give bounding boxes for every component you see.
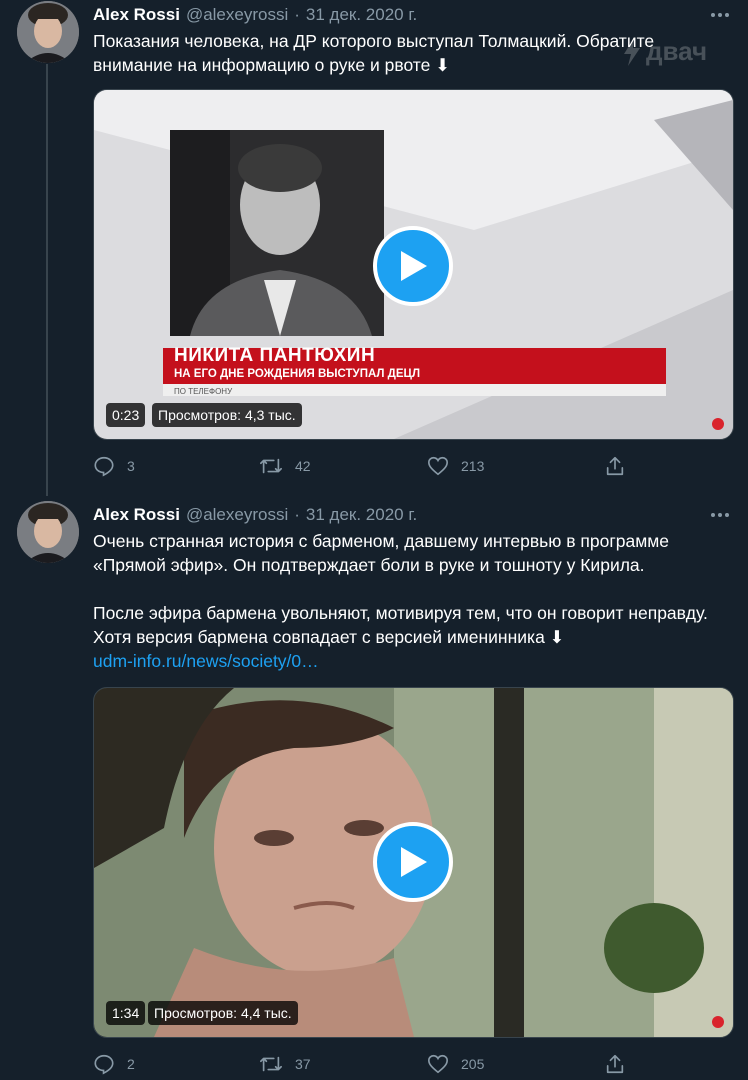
reply-icon <box>94 456 114 477</box>
more-icon[interactable] <box>708 503 732 527</box>
caption-note: ПО ТЕЛЕФОНУ <box>174 387 233 396</box>
video-duration: 0:23 <box>106 403 146 427</box>
tweet-actions: 2 37 205 <box>93 1052 653 1076</box>
like-count: 205 <box>461 1056 485 1072</box>
avatar[interactable] <box>17 1 79 63</box>
share-icon <box>606 1054 624 1074</box>
share-icon <box>606 456 624 476</box>
play-button[interactable] <box>373 226 453 306</box>
retweet-button[interactable]: 42 <box>259 454 311 478</box>
retweet-button[interactable]: 37 <box>259 1052 311 1076</box>
like-icon <box>428 456 448 476</box>
tweet-link[interactable]: udm-info.ru/news/society/0… <box>93 649 319 673</box>
reply-count: 2 <box>127 1056 135 1072</box>
timeline: двач Alex Rossi @alexeyrossi · 31 дек. 2… <box>0 0 748 1080</box>
avatar[interactable] <box>17 501 79 563</box>
more-icon[interactable] <box>708 3 732 27</box>
video-player[interactable]: НИКИТА ПАНТЮХИН НА ЕГО ДНЕ РОЖДЕНИЯ ВЫСТ… <box>93 89 734 440</box>
tweet-date[interactable]: 31 дек. 2020 г. <box>306 5 417 25</box>
video-views: Просмотров: 4,4 тыс. <box>148 1001 298 1025</box>
video-views: Просмотров: 4,3 тыс. <box>152 403 302 427</box>
play-icon <box>401 251 427 281</box>
reply-button[interactable]: 2 <box>93 1052 135 1076</box>
separator: · <box>294 5 300 24</box>
play-icon <box>401 847 427 877</box>
like-button[interactable]: 205 <box>427 1052 484 1076</box>
share-button[interactable] <box>604 1052 626 1076</box>
caption-name: НИКИТА ПАНТЮХИН <box>174 345 376 366</box>
tweet-paragraph: Очень странная история с барменом, давше… <box>93 531 669 575</box>
retweet-count: 37 <box>295 1056 311 1072</box>
share-button[interactable] <box>604 454 626 478</box>
tweet-paragraph: Показания человека, на ДР которого высту… <box>93 31 655 75</box>
author-handle[interactable]: @alexeyrossi <box>186 505 288 525</box>
reply-count: 3 <box>127 458 135 474</box>
tweet-text: Показания человека, на ДР которого высту… <box>93 29 733 77</box>
tweet-paragraph: После эфира бармена увольняют, мотивируя… <box>93 603 708 647</box>
separator: · <box>294 505 300 524</box>
like-button[interactable]: 213 <box>427 454 484 478</box>
author-name[interactable]: Alex Rossi <box>93 5 180 25</box>
reply-button[interactable]: 3 <box>93 454 135 478</box>
tweet-actions: 3 42 213 <box>93 454 653 478</box>
retweet-icon <box>260 1056 282 1072</box>
thread-connector <box>46 64 48 496</box>
reply-icon <box>94 1054 114 1075</box>
author-handle[interactable]: @alexeyrossi <box>186 5 288 25</box>
like-count: 213 <box>461 458 485 474</box>
tweet-header: Alex Rossi @alexeyrossi · 31 дек. 2020 г… <box>93 503 417 527</box>
tweet-header: Alex Rossi @alexeyrossi · 31 дек. 2020 г… <box>93 3 417 27</box>
retweet-count: 42 <box>295 458 311 474</box>
retweet-icon <box>260 458 282 474</box>
author-name[interactable]: Alex Rossi <box>93 505 180 525</box>
tweet-date[interactable]: 31 дек. 2020 г. <box>306 505 417 525</box>
video-player[interactable]: 1:34 Просмотров: 4,4 тыс. <box>93 687 734 1038</box>
video-duration: 1:34 <box>106 1001 146 1025</box>
play-button[interactable] <box>373 822 453 902</box>
caption-subtitle: НА ЕГО ДНЕ РОЖДЕНИЯ ВЫСТУПАЛ ДЕЦЛ <box>174 368 421 380</box>
like-icon <box>428 1054 448 1074</box>
tweet-text: Очень странная история с барменом, давше… <box>93 529 733 673</box>
